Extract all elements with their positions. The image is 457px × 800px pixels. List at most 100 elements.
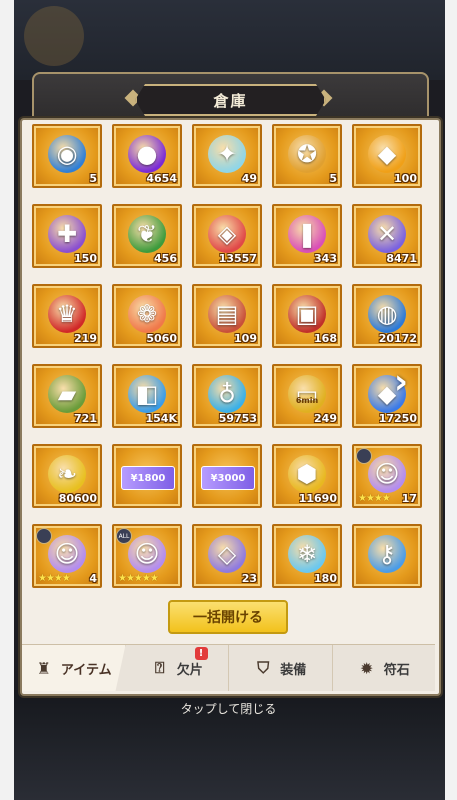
tab-label: 符石: [383, 662, 410, 678]
item-quantity: 100: [394, 172, 417, 185]
item-quantity: 249: [314, 412, 337, 425]
item-quantity: 721: [74, 412, 97, 425]
purple-orb-icon: ●: [128, 134, 166, 173]
item-slot[interactable]: ● 4654: [112, 124, 182, 188]
crystal-prism-icon: ◇: [208, 534, 246, 573]
item-quantity: 17: [401, 492, 417, 505]
open-all-button[interactable]: 一括開ける: [168, 600, 288, 634]
question-box-icon: ⍰: [154, 658, 165, 677]
item-slot[interactable]: ▭ 6min 249: [272, 364, 342, 428]
tab-label: 装備: [280, 662, 307, 678]
map-scroll-icon: ▤: [208, 294, 246, 333]
item-slot[interactable]: ☺ ★★★★ 4: [32, 524, 102, 588]
class-badge: [36, 528, 52, 544]
item-quantity: 154K: [145, 412, 178, 425]
star-crystal-icon: ✦: [208, 134, 246, 173]
item-quantity: 168: [314, 332, 337, 345]
tab-label: 欠片: [176, 662, 203, 678]
class-badge: [356, 448, 372, 464]
tab-bar: ♜ アイテム ⍰ 欠片 ! ⛉ 装備 ✹ 符石: [22, 644, 435, 691]
screen-border-right: [445, 0, 457, 800]
crossed-swords-icon: ✕: [368, 214, 406, 253]
item-quantity: 5: [329, 172, 337, 185]
item-slot[interactable]: ✪ 5: [272, 124, 342, 188]
tab-runes[interactable]: ✹ 符石: [333, 645, 436, 691]
item-quantity: 8471: [386, 252, 417, 265]
item-quantity: 59753: [218, 412, 257, 425]
next-page-arrow[interactable]: ›: [394, 362, 412, 402]
item-slot[interactable]: ❁ 5060: [112, 284, 182, 348]
item-label: 6min: [295, 396, 319, 405]
item-slot[interactable]: ♁ 59753: [192, 364, 262, 428]
item-slot[interactable]: ✕ 8471: [352, 204, 422, 268]
item-slot[interactable]: ◆ 100: [352, 124, 422, 188]
voucher-icon: ¥3000: [201, 466, 255, 490]
sun-rune-icon: ✹: [360, 658, 374, 678]
item-quantity: 49: [241, 172, 257, 185]
item-slot[interactable]: ▤ 109: [192, 284, 262, 348]
item-quantity: 219: [74, 332, 97, 345]
item-quantity: 150: [74, 252, 97, 265]
item-slot[interactable]: ◧ 154K: [112, 364, 182, 428]
potion-bottle-icon: ♁: [208, 374, 246, 413]
voucher-icon: ¥1800: [121, 466, 175, 490]
class-badge: ALL: [116, 528, 132, 544]
tap-to-close-hint[interactable]: タップして閉じる: [0, 700, 457, 717]
star-rating: ★★★★: [38, 573, 71, 584]
item-slot[interactable]: ❦ 456: [112, 204, 182, 268]
item-slot[interactable]: ¥3000: [192, 444, 262, 508]
hero-figure-icon: ☺: [368, 454, 406, 493]
item-slot[interactable]: ❄ 180: [272, 524, 342, 588]
item-slot[interactable]: ✚ 150: [32, 204, 102, 268]
hero-figure-icon: ☺: [128, 534, 166, 573]
item-slot[interactable]: ☺ ★★★★ 17: [352, 444, 422, 508]
item-slot[interactable]: ⚷: [352, 524, 422, 588]
item-slot[interactable]: ▣ 168: [272, 284, 342, 348]
item-quantity: 109: [234, 332, 257, 345]
tab-equipment[interactable]: ⛉ 装備: [229, 645, 333, 691]
shield-icon: ⛉: [257, 658, 270, 677]
green-ticket-icon: ▰: [48, 374, 86, 413]
item-quantity: 23: [241, 572, 257, 585]
item-slot[interactable]: ◉ 5: [32, 124, 102, 188]
tab-items[interactable]: ♜ アイテム: [22, 645, 126, 691]
treasure-chest-icon: ▣: [288, 294, 326, 333]
bag-icon: ♜: [36, 658, 52, 678]
item-slot[interactable]: ◇ 23: [192, 524, 262, 588]
red-crystal-crown-icon: ♛: [48, 294, 86, 333]
portal-orb-icon: ◉: [48, 134, 86, 173]
item-quantity: 11690: [298, 492, 337, 505]
item-quantity: 5060: [146, 332, 177, 345]
notification-badge: !: [194, 647, 208, 660]
item-slot[interactable]: ◈ 13557: [192, 204, 262, 268]
background-scene-top: [14, 0, 445, 80]
red-gem-icon: ◈: [208, 214, 246, 253]
item-slot[interactable]: ◍ 20172: [352, 284, 422, 348]
window-title: 倉庫: [135, 84, 326, 116]
ice-crystal-icon: ❄: [288, 534, 326, 573]
tab-label: アイテム: [60, 662, 112, 678]
item-slot[interactable]: ¥1800: [112, 444, 182, 508]
item-slot[interactable]: ✦ 49: [192, 124, 262, 188]
item-slot[interactable]: ❚ 343: [272, 204, 342, 268]
item-quantity: 456: [154, 252, 177, 265]
gold-leaf-coin-icon: ❧: [48, 454, 86, 493]
item-slot[interactable]: ☺ ALL ★★★★★: [112, 524, 182, 588]
pink-scroll-crystal-icon: ❚: [288, 214, 326, 253]
item-quantity: 343: [314, 252, 337, 265]
screen-border-left: [0, 0, 14, 800]
item-slot[interactable]: ▰ 721: [32, 364, 102, 428]
item-quantity: 13557: [218, 252, 257, 265]
tab-fragments[interactable]: ⍰ 欠片 !: [126, 645, 229, 691]
time-ticket-icon: ▭: [288, 374, 326, 413]
item-quantity: 20172: [378, 332, 417, 345]
green-crystals-icon: ❦: [128, 214, 166, 253]
hero-figure-icon: ☺: [48, 534, 86, 573]
item-slot[interactable]: ⬢ 11690: [272, 444, 342, 508]
amber-crystal-icon: ◆: [368, 134, 406, 173]
item-slot[interactable]: ♛ 219: [32, 284, 102, 348]
item-slot[interactable]: ❧ 80600: [32, 444, 102, 508]
blue-orb-gauntlet-icon: ◍: [368, 294, 406, 333]
item-quantity: 5: [89, 172, 97, 185]
flower-orb-icon: ❁: [128, 294, 166, 333]
